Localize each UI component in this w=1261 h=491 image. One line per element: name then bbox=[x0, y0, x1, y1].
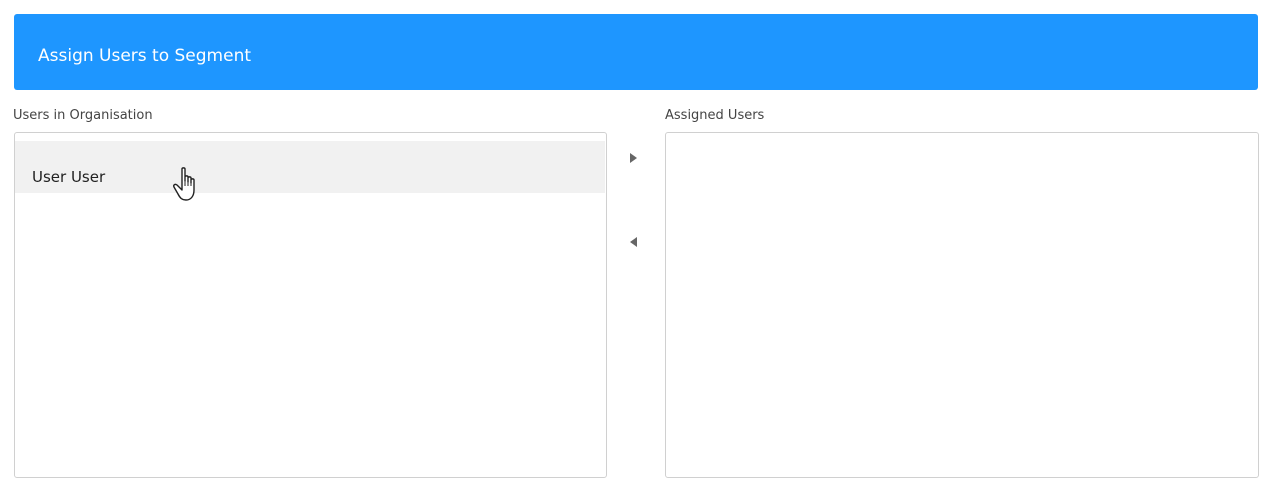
move-left-button[interactable] bbox=[625, 233, 643, 251]
list-item-label: User User bbox=[32, 168, 106, 186]
assign-users-page: Assign Users to Segment Users in Organis… bbox=[0, 0, 1261, 491]
users-in-organisation-list[interactable]: User User bbox=[14, 132, 607, 478]
triangle-right-icon bbox=[630, 153, 637, 163]
assigned-users-label: Assigned Users bbox=[665, 108, 765, 123]
assigned-users-list[interactable] bbox=[665, 132, 1259, 478]
move-right-button[interactable] bbox=[625, 149, 643, 167]
header-bar: Assign Users to Segment bbox=[14, 14, 1258, 90]
users-in-organisation-label: Users in Organisation bbox=[13, 108, 153, 123]
triangle-left-icon bbox=[630, 237, 637, 247]
list-item[interactable]: User User bbox=[15, 141, 605, 193]
page-title: Assign Users to Segment bbox=[38, 46, 252, 66]
